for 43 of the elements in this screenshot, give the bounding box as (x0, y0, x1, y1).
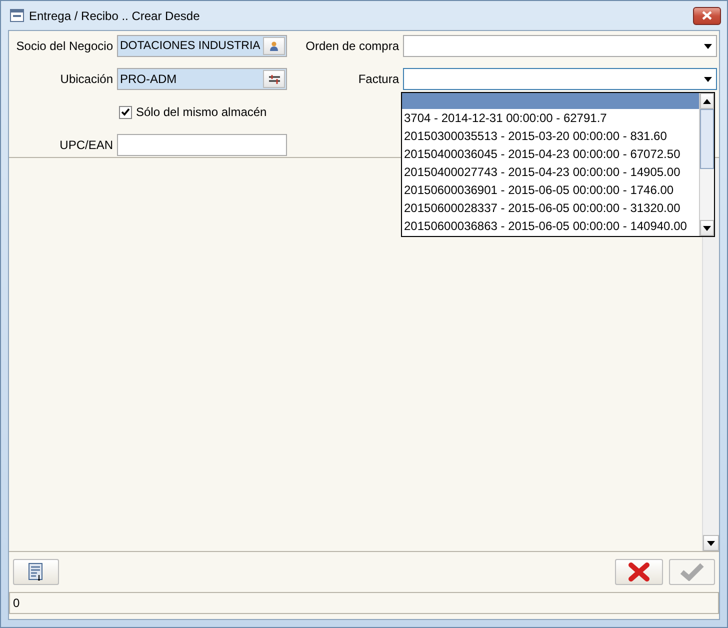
document-icon (28, 563, 44, 581)
arrow-down-icon (703, 226, 711, 230)
cancel-button[interactable] (615, 559, 663, 585)
list-item[interactable]: 20150400036045 - 2015-04-23 00:00:00 - 67072.50 (402, 145, 699, 163)
field-value: DOTACIONES INDUSTRIA (120, 40, 260, 52)
status-text: 0 (13, 596, 20, 610)
field-value: PRO-ADM (120, 72, 177, 86)
checkmark-icon (680, 563, 704, 581)
lookup-button[interactable] (263, 70, 285, 88)
list-item[interactable]: 3704 - 2014-12-31 00:00:00 - 62791.7 (402, 109, 699, 127)
cancel-icon (628, 562, 650, 582)
close-icon (702, 11, 712, 20)
field-label: UPC/EAN (58, 138, 113, 152)
list-item[interactable]: 20150600036901 - 2015-06-05 00:00:00 - 1746.00 (402, 181, 699, 199)
scroll-thumb[interactable] (700, 109, 714, 169)
scrollbar[interactable] (699, 93, 714, 236)
upc-field[interactable] (117, 134, 287, 156)
arrow-up-icon (703, 98, 711, 104)
business-partner-field[interactable]: DOTACIONES INDUSTRIA (117, 35, 287, 57)
list-item[interactable]: 20150600036863 - 2015-06-05 00:00:00 - 140940.00 (402, 217, 699, 235)
location-icon (268, 74, 280, 84)
list-item[interactable]: 20150600028337 - 2015-06-05 00:00:00 - 31320.00 (402, 199, 699, 217)
field-label: Ubicación (59, 72, 113, 86)
field-label: Orden de compra (304, 39, 399, 53)
person-icon (270, 41, 278, 51)
scroll-down-button[interactable] (700, 220, 714, 236)
window-icon (10, 9, 24, 22)
invoice-dropdown[interactable] (403, 68, 717, 90)
field-label: Factura (357, 72, 399, 86)
scroll-down-button[interactable] (703, 535, 719, 551)
dropdown-arrow-icon (704, 76, 712, 82)
list-item[interactable]: 20150400027743 - 2015-04-23 00:00:00 - 14905.00 (402, 163, 699, 181)
scroll-up-button[interactable] (700, 93, 714, 109)
checkbox[interactable] (119, 106, 132, 118)
list-item[interactable]: 20150300035513 - 2015-03-20 00:00:00 - 831.60 (402, 127, 699, 145)
location-field[interactable]: PRO-ADM (117, 68, 287, 90)
checkbox-label: Sólo del mismo almacén (136, 105, 267, 119)
window-title: Entrega / Recibo .. Crear Desde (29, 8, 200, 22)
report-button[interactable] (13, 559, 59, 585)
field-label: Socio del Negocio (15, 39, 113, 53)
dropdown-arrow-icon (704, 44, 712, 48)
close-button[interactable] (693, 6, 721, 24)
arrow-down-icon (707, 540, 715, 546)
